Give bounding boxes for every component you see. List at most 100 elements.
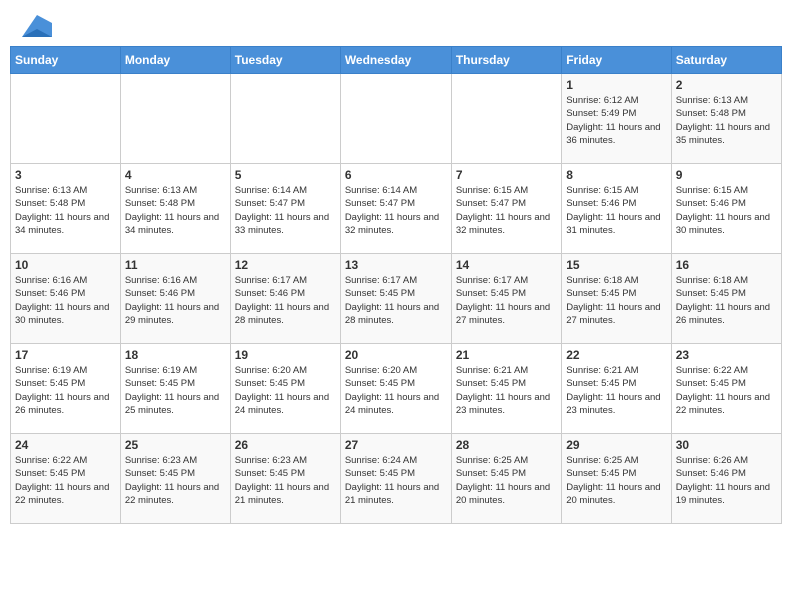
calendar-cell <box>120 74 230 164</box>
calendar-cell: 30 Sunrise: 6:26 AM Sunset: 5:46 PM Dayli… <box>671 434 781 524</box>
calendar-cell: 7 Sunrise: 6:15 AM Sunset: 5:47 PM Daylig… <box>451 164 561 254</box>
day-info: Sunrise: 6:19 AM Sunset: 5:45 PM Dayligh… <box>15 364 116 417</box>
header <box>10 10 782 38</box>
day-number: 16 <box>676 258 777 272</box>
day-info: Sunrise: 6:15 AM Sunset: 5:47 PM Dayligh… <box>456 184 557 237</box>
day-number: 7 <box>456 168 557 182</box>
weekday-header-row: SundayMondayTuesdayWednesdayThursdayFrid… <box>11 47 782 74</box>
weekday-sunday: Sunday <box>11 47 121 74</box>
calendar-cell: 10 Sunrise: 6:16 AM Sunset: 5:46 PM Dayli… <box>11 254 121 344</box>
calendar: SundayMondayTuesdayWednesdayThursdayFrid… <box>10 46 782 524</box>
day-number: 12 <box>235 258 336 272</box>
calendar-cell: 8 Sunrise: 6:15 AM Sunset: 5:46 PM Daylig… <box>562 164 671 254</box>
day-info: Sunrise: 6:13 AM Sunset: 5:48 PM Dayligh… <box>15 184 116 237</box>
day-number: 14 <box>456 258 557 272</box>
day-info: Sunrise: 6:26 AM Sunset: 5:46 PM Dayligh… <box>676 454 777 507</box>
day-number: 24 <box>15 438 116 452</box>
weekday-wednesday: Wednesday <box>340 47 451 74</box>
day-info: Sunrise: 6:21 AM Sunset: 5:45 PM Dayligh… <box>456 364 557 417</box>
day-number: 19 <box>235 348 336 362</box>
day-number: 1 <box>566 78 666 92</box>
calendar-cell: 24 Sunrise: 6:22 AM Sunset: 5:45 PM Dayli… <box>11 434 121 524</box>
day-number: 21 <box>456 348 557 362</box>
calendar-cell: 20 Sunrise: 6:20 AM Sunset: 5:45 PM Dayli… <box>340 344 451 434</box>
calendar-cell <box>451 74 561 164</box>
day-info: Sunrise: 6:13 AM Sunset: 5:48 PM Dayligh… <box>125 184 226 237</box>
day-number: 6 <box>345 168 447 182</box>
day-info: Sunrise: 6:14 AM Sunset: 5:47 PM Dayligh… <box>345 184 447 237</box>
calendar-cell: 3Sunrise: 6:13 AM Sunset: 5:48 PM Daylig… <box>11 164 121 254</box>
day-info: Sunrise: 6:18 AM Sunset: 5:45 PM Dayligh… <box>566 274 666 327</box>
day-number: 13 <box>345 258 447 272</box>
calendar-cell: 16 Sunrise: 6:18 AM Sunset: 5:45 PM Dayli… <box>671 254 781 344</box>
day-info: Sunrise: 6:25 AM Sunset: 5:45 PM Dayligh… <box>566 454 666 507</box>
day-info: Sunrise: 6:12 AM Sunset: 5:49 PM Dayligh… <box>566 94 666 147</box>
day-number: 30 <box>676 438 777 452</box>
calendar-cell: 1 Sunrise: 6:12 AM Sunset: 5:49 PM Daylig… <box>562 74 671 164</box>
calendar-cell: 4 Sunrise: 6:13 AM Sunset: 5:48 PM Daylig… <box>120 164 230 254</box>
day-info: Sunrise: 6:16 AM Sunset: 5:46 PM Dayligh… <box>15 274 116 327</box>
day-info: Sunrise: 6:15 AM Sunset: 5:46 PM Dayligh… <box>566 184 666 237</box>
day-info: Sunrise: 6:17 AM Sunset: 5:45 PM Dayligh… <box>456 274 557 327</box>
day-number: 4 <box>125 168 226 182</box>
weekday-tuesday: Tuesday <box>230 47 340 74</box>
day-info: Sunrise: 6:15 AM Sunset: 5:46 PM Dayligh… <box>676 184 777 237</box>
day-number: 15 <box>566 258 666 272</box>
day-number: 8 <box>566 168 666 182</box>
day-number: 28 <box>456 438 557 452</box>
day-info: Sunrise: 6:13 AM Sunset: 5:48 PM Dayligh… <box>676 94 777 147</box>
day-number: 29 <box>566 438 666 452</box>
day-info: Sunrise: 6:14 AM Sunset: 5:47 PM Dayligh… <box>235 184 336 237</box>
day-info: Sunrise: 6:23 AM Sunset: 5:45 PM Dayligh… <box>235 454 336 507</box>
calendar-cell: 5 Sunrise: 6:14 AM Sunset: 5:47 PM Daylig… <box>230 164 340 254</box>
day-info: Sunrise: 6:23 AM Sunset: 5:45 PM Dayligh… <box>125 454 226 507</box>
day-info: Sunrise: 6:20 AM Sunset: 5:45 PM Dayligh… <box>345 364 447 417</box>
day-info: Sunrise: 6:21 AM Sunset: 5:45 PM Dayligh… <box>566 364 666 417</box>
week-row-1: 1 Sunrise: 6:12 AM Sunset: 5:49 PM Daylig… <box>11 74 782 164</box>
calendar-cell: 25 Sunrise: 6:23 AM Sunset: 5:45 PM Dayli… <box>120 434 230 524</box>
day-number: 9 <box>676 168 777 182</box>
day-info: Sunrise: 6:24 AM Sunset: 5:45 PM Dayligh… <box>345 454 447 507</box>
day-number: 27 <box>345 438 447 452</box>
week-row-4: 17 Sunrise: 6:19 AM Sunset: 5:45 PM Dayli… <box>11 344 782 434</box>
day-info: Sunrise: 6:22 AM Sunset: 5:45 PM Dayligh… <box>676 364 777 417</box>
week-row-2: 3Sunrise: 6:13 AM Sunset: 5:48 PM Daylig… <box>11 164 782 254</box>
calendar-cell: 14 Sunrise: 6:17 AM Sunset: 5:45 PM Dayli… <box>451 254 561 344</box>
calendar-cell: 11Sunrise: 6:16 AM Sunset: 5:46 PM Dayli… <box>120 254 230 344</box>
calendar-cell <box>11 74 121 164</box>
calendar-cell: 6 Sunrise: 6:14 AM Sunset: 5:47 PM Daylig… <box>340 164 451 254</box>
calendar-cell <box>340 74 451 164</box>
day-info: Sunrise: 6:17 AM Sunset: 5:45 PM Dayligh… <box>345 274 447 327</box>
day-info: Sunrise: 6:22 AM Sunset: 5:45 PM Dayligh… <box>15 454 116 507</box>
day-number: 25 <box>125 438 226 452</box>
day-number: 5 <box>235 168 336 182</box>
day-number: 17 <box>15 348 116 362</box>
day-number: 23 <box>676 348 777 362</box>
day-info: Sunrise: 6:20 AM Sunset: 5:45 PM Dayligh… <box>235 364 336 417</box>
calendar-cell: 18 Sunrise: 6:19 AM Sunset: 5:45 PM Dayli… <box>120 344 230 434</box>
day-info: Sunrise: 6:25 AM Sunset: 5:45 PM Dayligh… <box>456 454 557 507</box>
calendar-cell <box>230 74 340 164</box>
day-number: 2 <box>676 78 777 92</box>
day-number: 20 <box>345 348 447 362</box>
day-number: 10 <box>15 258 116 272</box>
calendar-cell: 9 Sunrise: 6:15 AM Sunset: 5:46 PM Daylig… <box>671 164 781 254</box>
day-number: 22 <box>566 348 666 362</box>
logo <box>20 15 52 33</box>
weekday-thursday: Thursday <box>451 47 561 74</box>
calendar-cell: 19 Sunrise: 6:20 AM Sunset: 5:45 PM Dayli… <box>230 344 340 434</box>
day-info: Sunrise: 6:18 AM Sunset: 5:45 PM Dayligh… <box>676 274 777 327</box>
weekday-friday: Friday <box>562 47 671 74</box>
calendar-cell: 13 Sunrise: 6:17 AM Sunset: 5:45 PM Dayli… <box>340 254 451 344</box>
day-info: Sunrise: 6:17 AM Sunset: 5:46 PM Dayligh… <box>235 274 336 327</box>
week-row-5: 24 Sunrise: 6:22 AM Sunset: 5:45 PM Dayli… <box>11 434 782 524</box>
calendar-cell: 22 Sunrise: 6:21 AM Sunset: 5:45 PM Dayli… <box>562 344 671 434</box>
day-number: 18 <box>125 348 226 362</box>
day-info: Sunrise: 6:19 AM Sunset: 5:45 PM Dayligh… <box>125 364 226 417</box>
day-number: 26 <box>235 438 336 452</box>
week-row-3: 10 Sunrise: 6:16 AM Sunset: 5:46 PM Dayli… <box>11 254 782 344</box>
logo-icon <box>22 15 52 37</box>
day-info: Sunrise: 6:16 AM Sunset: 5:46 PM Dayligh… <box>125 274 226 327</box>
calendar-cell: 17 Sunrise: 6:19 AM Sunset: 5:45 PM Dayli… <box>11 344 121 434</box>
calendar-cell: 12 Sunrise: 6:17 AM Sunset: 5:46 PM Dayli… <box>230 254 340 344</box>
